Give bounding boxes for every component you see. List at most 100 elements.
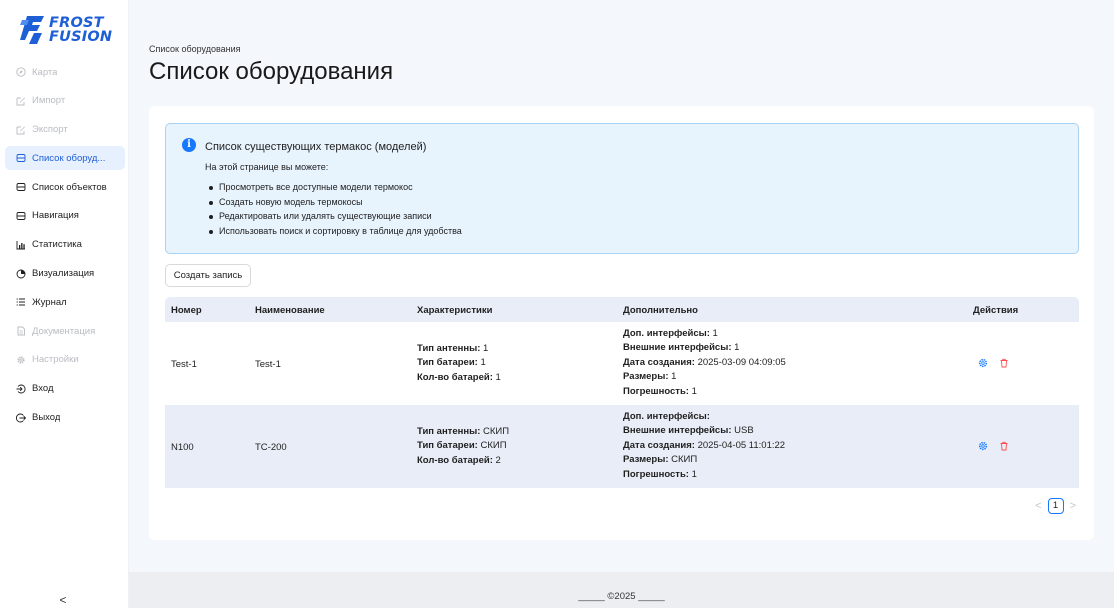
- sidebar-item-export[interactable]: Экспорт: [5, 118, 125, 142]
- frost-fusion-logo-icon: [20, 16, 44, 44]
- field-value: 1: [691, 468, 697, 480]
- sidebar-nav: Карта Импорт Экспорт Список оборуд... Сп…: [5, 60, 125, 434]
- compass-icon: [16, 67, 26, 77]
- field-label: Доп. интерфейсы:: [623, 411, 710, 422]
- field-label: Погрешность:: [623, 385, 689, 397]
- sidebar-item-logout[interactable]: Выход: [5, 406, 125, 430]
- column-header-number[interactable]: Номер: [171, 305, 202, 316]
- pagination: < 1 >: [1035, 498, 1076, 514]
- cell-additional: Доп. интерфейсы: Внешние интерфейсы: USB…: [623, 410, 785, 482]
- info-list-item: Создать новую модель термокосы: [209, 195, 462, 210]
- cell-name: TC-200: [255, 442, 287, 453]
- cell-characteristics: Тип антенны: СКИП Тип батареи: СКИП Кол-…: [417, 425, 509, 468]
- table-row: N100 TC-200 Тип антенны: СКИП Тип батаре…: [165, 405, 1079, 488]
- info-list-item: Использовать поиск и сортировку в таблиц…: [209, 224, 462, 239]
- settings-icon[interactable]: [978, 441, 988, 451]
- sidebar-item-label: Импорт: [32, 95, 66, 107]
- delete-icon[interactable]: [999, 441, 1009, 451]
- info-alert: i Список существующих термакос (моделей)…: [165, 123, 1079, 254]
- sidebar-item-documentation[interactable]: Документация: [5, 319, 125, 343]
- column-header-actions: Действия: [973, 305, 1019, 316]
- sidebar-item-journal[interactable]: Журнал: [5, 290, 125, 314]
- sidebar-item-label: Выход: [32, 412, 61, 424]
- logo[interactable]: FROST FUSION: [20, 12, 120, 48]
- create-record-button[interactable]: Создать запись: [165, 264, 251, 287]
- logo-text: FROST FUSION: [49, 15, 113, 45]
- field-label: Тип антенны:: [417, 426, 481, 437]
- field-label: Дата создания:: [623, 439, 695, 451]
- field-value: 1: [734, 342, 740, 354]
- pagination-prev-button[interactable]: <: [1035, 500, 1041, 512]
- footer: _____ ©2025 _____: [129, 572, 1114, 608]
- field-label: Тип батареи:: [417, 357, 478, 369]
- logo-line-2: FUSION: [49, 29, 113, 45]
- cell-additional: Доп. интерфейсы: 1 Внешние интерфейсы: 1…: [623, 327, 786, 399]
- bar-chart-icon: [16, 240, 25, 250]
- sidebar-item-settings[interactable]: Настройки: [5, 348, 125, 372]
- field-label: Внешние интерфейсы:: [623, 342, 732, 354]
- field-value: 1: [712, 328, 718, 339]
- field-value: USB: [734, 425, 754, 437]
- sidebar-item-label: Настройки: [32, 354, 79, 366]
- field-value: 1: [671, 371, 677, 383]
- info-list-item: Просмотреть все доступные модели термоко…: [209, 180, 462, 195]
- sidebar-item-objects-list[interactable]: Список объектов: [5, 175, 125, 199]
- pie-chart-icon: [16, 269, 26, 279]
- table-row: Test-1 Test-1 Тип антенны: 1 Тип батареи…: [165, 322, 1079, 405]
- info-icon: i: [182, 138, 196, 152]
- field-label: Доп. интерфейсы:: [623, 328, 710, 339]
- sidebar-item-statistics[interactable]: Статистика: [5, 233, 125, 257]
- sidebar-item-label: Список оборуд...: [32, 152, 106, 164]
- database-icon: [16, 154, 26, 163]
- column-header-characteristics[interactable]: Характеристики: [417, 305, 492, 316]
- field-label: Тип антенны:: [417, 343, 481, 354]
- pagination-page-1[interactable]: 1: [1047, 498, 1064, 514]
- cell-characteristics: Тип антенны: 1 Тип батареи: 1 Кол-во бат…: [417, 342, 501, 385]
- field-label: Погрешность:: [623, 468, 689, 480]
- column-header-additional[interactable]: Дополнительно: [623, 305, 698, 316]
- sidebar-item-label: Журнал: [32, 296, 67, 308]
- sidebar-item-equipment-list[interactable]: Список оборуд...: [5, 146, 125, 171]
- field-value: 1: [483, 343, 489, 354]
- gear-icon: [17, 356, 25, 364]
- sidebar-item-label: Карта: [32, 66, 58, 78]
- field-label: Внешние интерфейсы:: [623, 425, 732, 437]
- edit-icon: [16, 97, 25, 106]
- delete-icon[interactable]: [999, 358, 1009, 368]
- field-value: 1: [691, 385, 697, 397]
- row-actions: [978, 358, 1009, 368]
- pagination-next-button[interactable]: >: [1070, 500, 1076, 512]
- sidebar-item-visualization[interactable]: Визуализация: [5, 262, 125, 286]
- field-value: 1: [495, 371, 501, 383]
- logo-line-1: FROST: [49, 15, 104, 31]
- equipment-table: Номер Наименование Характеристики Дополн…: [165, 297, 1079, 488]
- field-label: Кол-во батарей:: [417, 371, 493, 383]
- field-value: СКИП: [480, 440, 507, 452]
- database-icon: [16, 183, 26, 192]
- field-value: 2025-03-09 04:09:05: [697, 356, 786, 368]
- sidebar-item-label: Экспорт: [32, 124, 68, 136]
- sidebar-item-label: Документация: [32, 325, 96, 337]
- field-value: 1: [480, 357, 486, 369]
- login-icon: [16, 384, 26, 394]
- cell-number: N100: [171, 442, 194, 453]
- breadcrumb: Список оборудования: [149, 44, 241, 54]
- info-list-item: Редактировать или удалять существующие з…: [209, 209, 462, 224]
- settings-icon[interactable]: [978, 358, 988, 368]
- sidebar-item-navigation[interactable]: Навигация: [5, 204, 125, 228]
- edit-icon: [16, 126, 25, 135]
- sidebar-item-import[interactable]: Импорт: [5, 89, 125, 113]
- sidebar-item-label: Статистика: [32, 239, 82, 251]
- cell-number: Test-1: [171, 359, 197, 370]
- sidebar-item-map[interactable]: Карта: [5, 60, 125, 84]
- field-label: Кол-во батарей:: [417, 454, 493, 466]
- sidebar-item-login[interactable]: Вход: [5, 377, 125, 401]
- info-subtitle: На этой странице вы можете:: [205, 162, 329, 172]
- content-card: i Список существующих термакос (моделей)…: [149, 106, 1094, 540]
- document-icon: [17, 326, 25, 336]
- sidebar-collapse-button[interactable]: <: [57, 594, 69, 606]
- column-header-name[interactable]: Наименование: [255, 305, 325, 316]
- sidebar-item-label: Навигация: [32, 210, 79, 222]
- database-icon: [16, 212, 26, 220]
- list-icon: [16, 298, 25, 306]
